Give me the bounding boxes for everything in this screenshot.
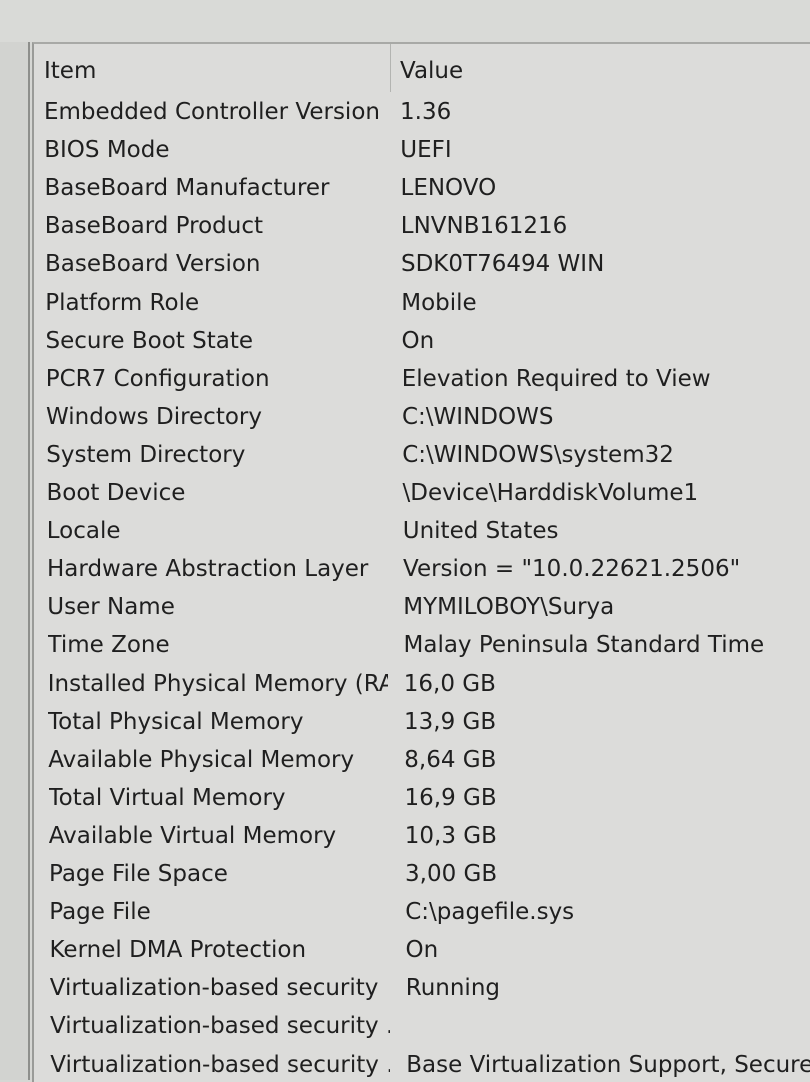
row-value: Elevation Required to View [402, 361, 711, 397]
row-item: BaseBoard Manufacturer [45, 170, 385, 206]
row-item: Hardware Abstraction Layer [47, 551, 387, 587]
row-value: Running [406, 970, 500, 1006]
table-row[interactable]: Embedded Controller Version 1.36 [34, 94, 810, 130]
table-row[interactable]: Locale United States [37, 513, 810, 549]
row-value: SDK0T76494 WIN [401, 246, 604, 282]
table-row[interactable]: Page File C:\pagefile.sys [39, 894, 810, 930]
row-item: BIOS Mode [44, 132, 384, 168]
row-item: Boot Device [47, 475, 387, 511]
column-header-item[interactable]: Item [44, 53, 384, 89]
row-item: Page File Space [49, 856, 389, 892]
row-item: Windows Directory [46, 399, 386, 435]
row-value: \Device\HarddiskVolume1 [403, 475, 699, 511]
table-row[interactable]: Virtualization-based security Running [40, 970, 810, 1006]
table-row[interactable]: Kernel DMA Protection On [40, 932, 810, 968]
table-row[interactable]: User Name MYMILOBOY\Surya [37, 589, 810, 625]
row-value: 13,9 GB [404, 704, 496, 740]
row-item: System Directory [46, 437, 386, 473]
row-value: C:\WINDOWS [402, 399, 553, 435]
row-value: LNVNB161216 [401, 208, 568, 244]
row-value: On [406, 932, 439, 968]
table-row[interactable]: Total Physical Memory 13,9 GB [38, 704, 810, 740]
row-item: User Name [47, 589, 387, 625]
table-row[interactable]: BaseBoard Manufacturer LENOVO [35, 170, 810, 206]
row-item: Installed Physical Memory (RA... [48, 666, 388, 702]
row-item: Total Physical Memory [48, 704, 388, 740]
table-row[interactable]: BaseBoard Version SDK0T76494 WIN [35, 246, 810, 282]
row-value: United States [403, 513, 559, 549]
column-header-value[interactable]: Value [400, 53, 463, 89]
category-tree-pane[interactable] [0, 42, 30, 1080]
row-value: On [402, 323, 435, 359]
row-value: C:\WINDOWS\system32 [402, 437, 674, 473]
row-item: Platform Role [45, 285, 385, 321]
window-top-area [0, 0, 810, 42]
row-value: 1.36 [400, 94, 451, 130]
row-value: MYMILOBOY\Surya [403, 589, 614, 625]
row-item: Available Physical Memory [48, 742, 388, 778]
row-item: Kernel DMA Protection [50, 932, 390, 968]
table-row[interactable]: PCR7 Configuration Elevation Required to … [36, 361, 810, 397]
table-row[interactable]: Boot Device \Device\HarddiskVolume1 [37, 475, 810, 511]
row-item: PCR7 Configuration [46, 361, 386, 397]
row-value: 10,3 GB [405, 818, 497, 854]
table-row[interactable]: Time Zone Malay Peninsula Standard Time [38, 627, 810, 663]
row-value: 16,0 GB [404, 666, 496, 702]
row-item: Time Zone [48, 627, 388, 663]
row-value: 3,00 GB [405, 856, 497, 892]
row-item: Virtualization-based security [50, 970, 390, 1006]
row-item: Virtualization-based security ... [50, 1008, 390, 1044]
row-item: Secure Boot State [46, 323, 386, 359]
row-item: BaseBoard Product [45, 208, 385, 244]
row-item: Embedded Controller Version [44, 94, 384, 130]
table-row[interactable]: Virtualization-based security ... Base Vi… [40, 1047, 810, 1082]
table-row[interactable]: System Directory C:\WINDOWS\system32 [36, 437, 810, 473]
table-row[interactable]: BIOS Mode UEFI [34, 132, 810, 168]
list-header: Item Value [34, 53, 810, 89]
table-row[interactable]: Windows Directory C:\WINDOWS [36, 399, 810, 435]
table-row[interactable]: Virtualization-based security ... [40, 1008, 810, 1044]
table-row[interactable]: Platform Role Mobile [35, 285, 810, 321]
table-row[interactable]: Hardware Abstraction Layer Version = "10.… [37, 551, 810, 587]
row-value: Malay Peninsula Standard Time [404, 627, 765, 663]
table-row[interactable]: Secure Boot State On [36, 323, 810, 359]
table-row[interactable]: BaseBoard Product LNVNB161216 [35, 208, 810, 244]
row-value: LENOVO [401, 170, 497, 206]
row-item: BaseBoard Version [45, 246, 385, 282]
table-row[interactable]: Available Virtual Memory 10,3 GB [39, 818, 810, 854]
table-row[interactable]: Installed Physical Memory (RA... 16,0 GB [38, 666, 810, 702]
row-item: Locale [47, 513, 387, 549]
row-value: 16,9 GB [405, 780, 497, 816]
row-value: Base Virtualization Support, Secure Bo [406, 1047, 810, 1082]
table-row[interactable]: Total Virtual Memory 16,9 GB [39, 780, 810, 816]
row-value: Version = "10.0.22621.2506" [403, 551, 740, 587]
table-row[interactable]: Page File Space 3,00 GB [39, 856, 810, 892]
table-row[interactable]: Available Physical Memory 8,64 GB [38, 742, 810, 778]
row-item: Available Virtual Memory [49, 818, 389, 854]
row-value: Mobile [401, 285, 476, 321]
system-summary-list[interactable]: Item Value Embedded Controller Version 1.… [32, 42, 810, 1082]
row-value: UEFI [400, 132, 451, 168]
row-item: Page File [49, 894, 389, 930]
row-item: Virtualization-based security ... [50, 1047, 390, 1082]
row-item: Total Virtual Memory [49, 780, 389, 816]
row-value: C:\pagefile.sys [405, 894, 574, 930]
row-value: 8,64 GB [404, 742, 496, 778]
